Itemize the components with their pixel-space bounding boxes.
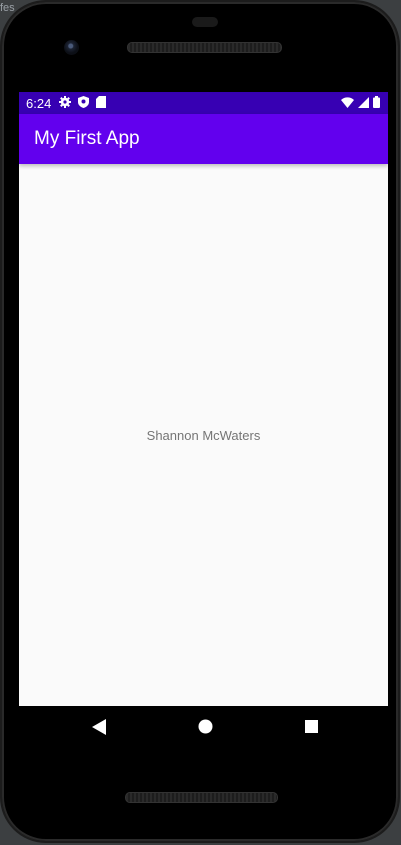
recents-button[interactable]: [300, 718, 322, 740]
sd-card-icon: [96, 96, 106, 111]
battery-icon: [373, 96, 380, 111]
main-text: Shannon McWaters: [146, 428, 261, 443]
camera-icon: [64, 40, 79, 55]
navigation-bar: [19, 706, 388, 752]
home-icon: [198, 719, 213, 739]
status-time: 6:24: [26, 96, 52, 111]
top-speaker-grille: [127, 42, 282, 53]
status-icons-right: [341, 96, 380, 111]
back-icon: [92, 718, 106, 740]
ide-text-fragment: fes: [0, 2, 15, 14]
recents-icon: [304, 720, 318, 738]
proximity-sensor: [192, 17, 218, 27]
app-title: My First App: [34, 128, 140, 149]
status-icons-left: [59, 96, 106, 111]
bottom-speaker-grille: [125, 792, 278, 803]
app-bar: My First App: [19, 114, 388, 164]
cell-signal-icon: [358, 96, 369, 111]
device-screen: 6:24 My First App Shannon McWaters: [19, 92, 388, 706]
status-bar: 6:24: [19, 92, 388, 114]
home-button[interactable]: [194, 718, 216, 740]
device-frame: 6:24 My First App Shannon McWaters: [2, 2, 398, 841]
shield-icon: [78, 96, 89, 111]
wifi-icon: [341, 96, 354, 111]
gear-icon: [59, 96, 71, 111]
back-button[interactable]: [88, 718, 110, 740]
